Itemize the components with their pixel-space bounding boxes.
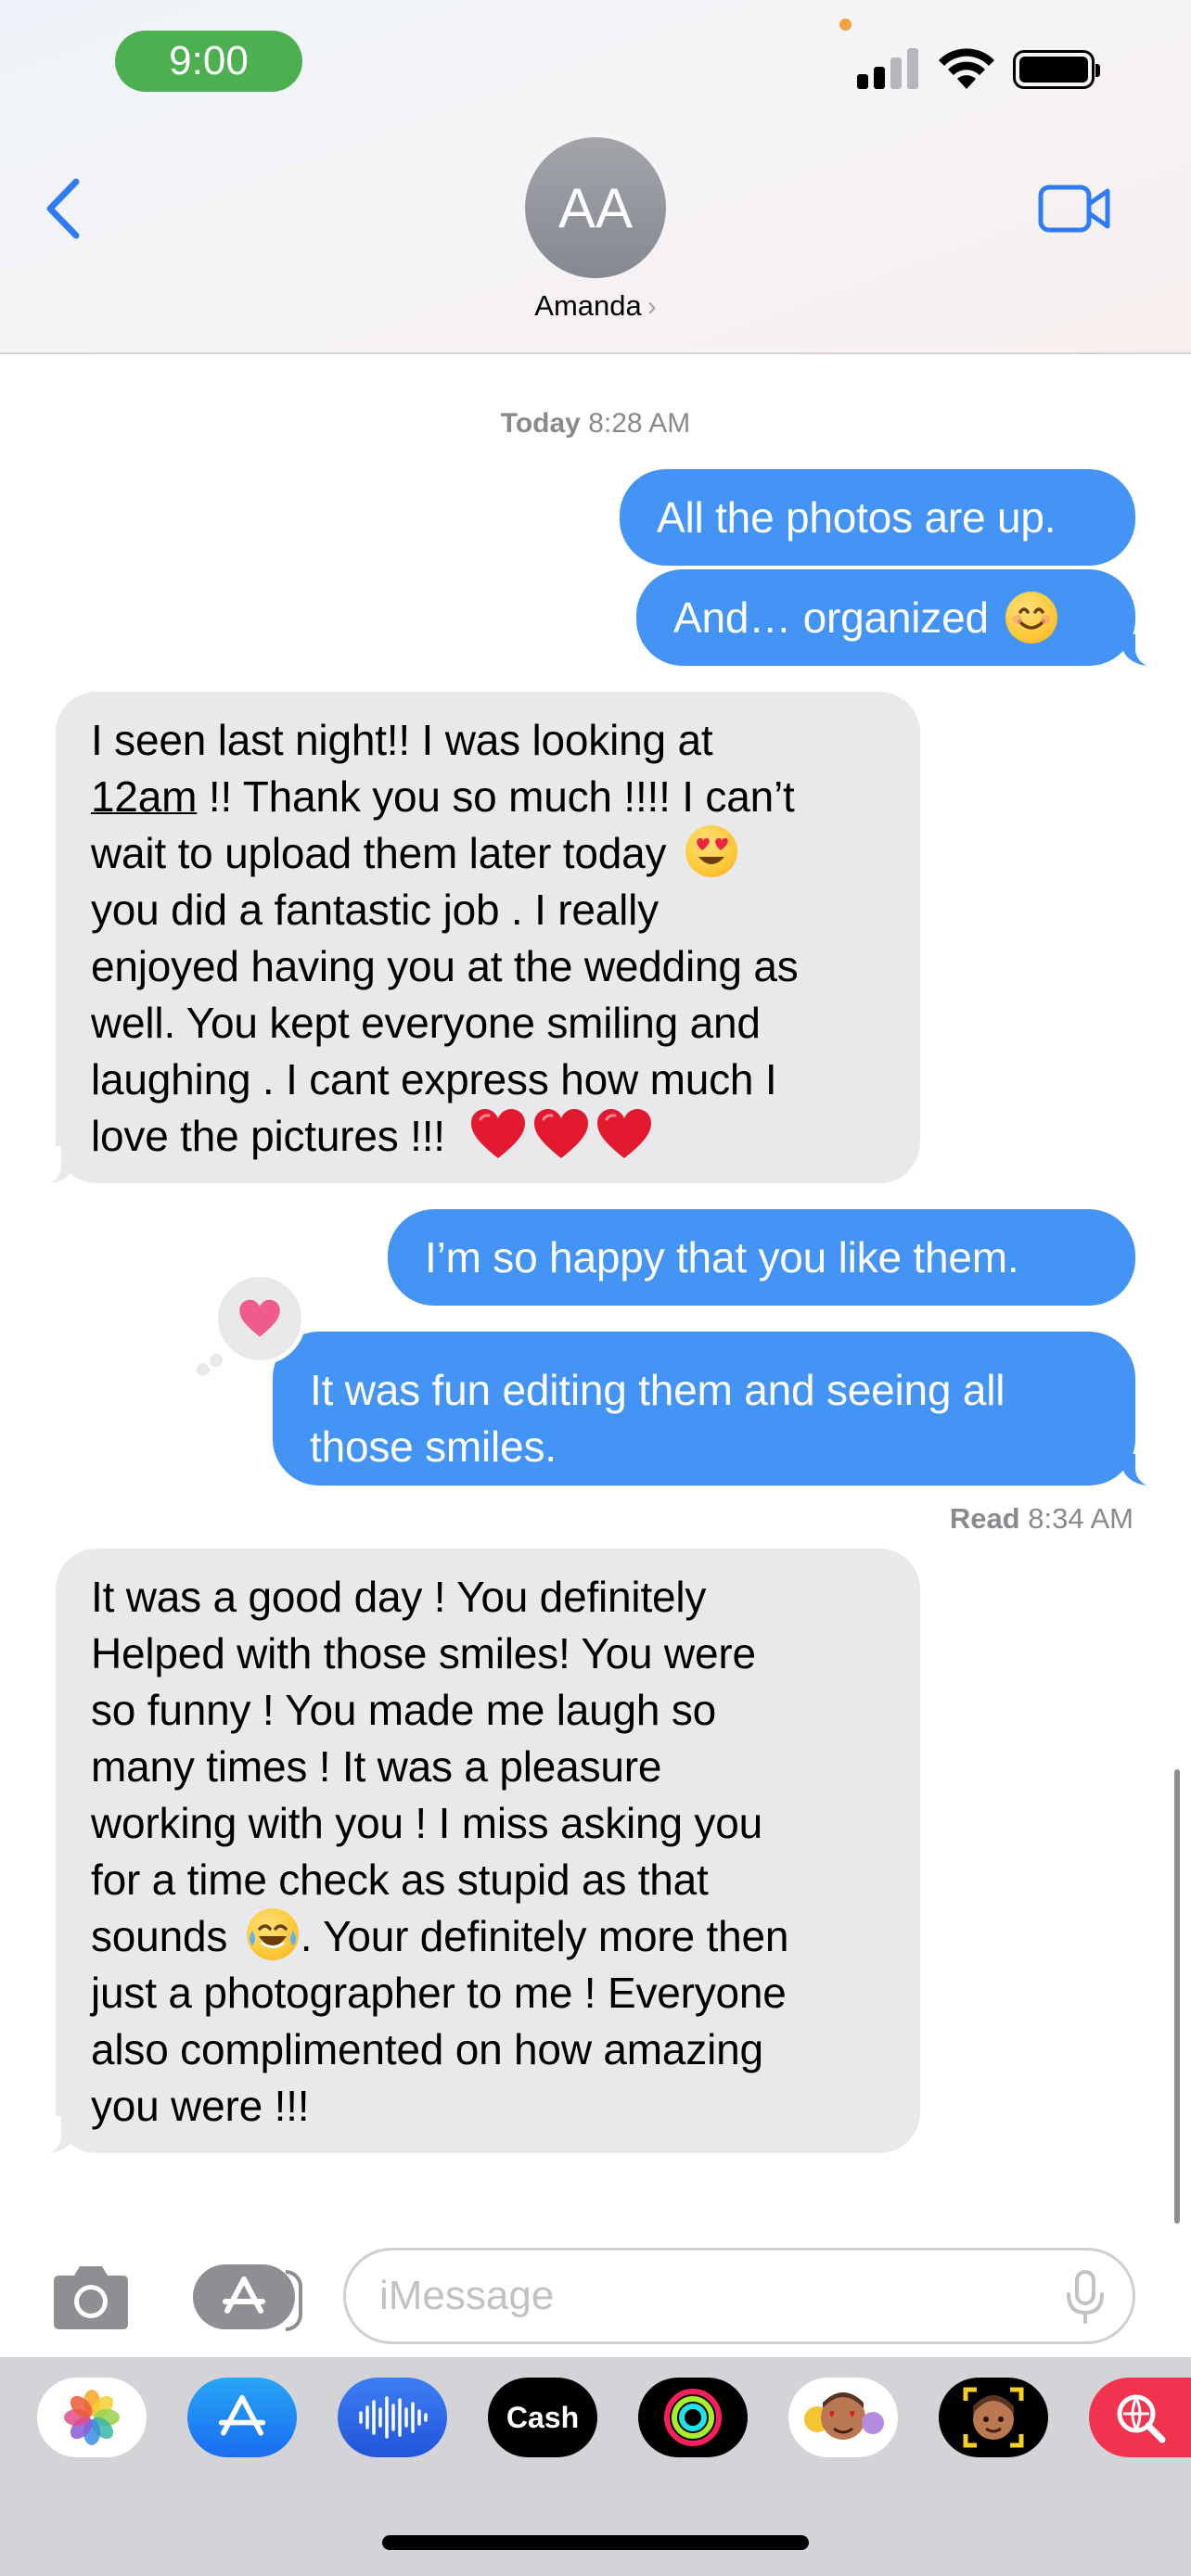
audio-message-icon[interactable] — [338, 2378, 447, 2457]
avatar-initials: AA — [557, 176, 634, 239]
message-line: sounds . Your definitely more then — [91, 1908, 885, 1965]
activity-rings-icon — [664, 2389, 722, 2446]
message-line: love the pictures !!! — [91, 1108, 885, 1165]
message-line: It was fun editing them and seeing all — [310, 1366, 1005, 1414]
message-line: so funny ! You made me laugh so — [91, 1686, 717, 1734]
app-store-a-icon — [218, 2394, 266, 2436]
message-line: also complimented on how amazing — [91, 2025, 763, 2073]
activity-icon[interactable] — [638, 2378, 748, 2457]
facetime-video-icon[interactable] — [1037, 182, 1113, 236]
status-time-pill[interactable]: 9:00 — [115, 31, 302, 92]
bubble-tail — [24, 1146, 74, 1185]
read-receipt: Read 8:34 AM — [950, 1502, 1133, 1536]
timestamp-time: 8:28 AM — [588, 408, 691, 439]
tapback-reaction[interactable] — [213, 1272, 306, 1365]
message-line: Helped with those smiles! You were — [91, 1629, 756, 1677]
privacy-indicator-dot — [839, 19, 852, 31]
heart-icon — [239, 1299, 280, 1337]
cellular-signal-icon — [857, 46, 920, 89]
home-indicator[interactable] — [382, 2535, 809, 2550]
message-line: wait to upload them later today — [91, 825, 885, 882]
message-line: just a photographer to me ! Everyone — [91, 1969, 787, 2017]
message-line: enjoyed having you at the wedding as — [91, 942, 799, 990]
bubble-tail — [1122, 629, 1172, 668]
contact-name-button[interactable]: Amanda › — [0, 289, 1191, 323]
back-chevron-icon[interactable] — [41, 176, 87, 241]
microphone-icon[interactable] — [1063, 2268, 1108, 2326]
search-images-icon[interactable] — [1089, 2378, 1191, 2457]
message-line: It was a good day ! You definitely — [91, 1573, 707, 1621]
read-time: 8:34 AM — [1028, 1502, 1133, 1535]
memoji-stickers-icon[interactable] — [788, 2378, 898, 2457]
message-text: All the photos are up. — [657, 492, 1057, 542]
thread-timestamp: Today 8:28 AM — [0, 408, 1191, 440]
red-heart-emoji-icon — [471, 1109, 526, 1158]
apps-button[interactable] — [193, 2264, 302, 2331]
status-time: 9:00 — [169, 38, 249, 83]
bubble-tail — [24, 2116, 74, 2155]
message-text: I’m so happy that you like them. — [425, 1232, 1019, 1282]
message-line: laughing . I cant express how much I — [91, 1055, 777, 1103]
message-line: 12am !! Thank you so much !!!! I can’t — [91, 772, 795, 821]
wifi-icon — [939, 48, 994, 89]
message-line: those smiles. — [310, 1422, 557, 1471]
camera-icon[interactable] — [46, 2263, 135, 2333]
timestamp-day: Today — [500, 408, 581, 439]
memoji-face-icon — [963, 2387, 1024, 2448]
magnifying-glass-globe-icon — [1117, 2394, 1166, 2443]
message-line: working with you ! I miss asking you — [91, 1799, 762, 1847]
tears-of-joy-emoji-icon — [246, 1908, 299, 1960]
tapback-tail-dot — [206, 1350, 226, 1371]
outgoing-message-bubble[interactable]: I’m so happy that you like them. — [388, 1209, 1135, 1306]
outgoing-message-bubble[interactable]: All the photos are up. — [620, 469, 1135, 566]
contact-avatar[interactable]: AA — [525, 137, 666, 278]
message-line: you did a fantastic job . I really — [91, 886, 659, 934]
contact-name: Amanda — [534, 289, 642, 322]
memoji-stickers-face-icon — [804, 2392, 884, 2440]
heart-eyes-emoji-icon — [685, 825, 737, 877]
smiling-face-emoji-icon — [1005, 592, 1057, 644]
imessage-input[interactable] — [343, 2248, 1135, 2344]
incoming-message-bubble[interactable]: I seen last night!! I was looking at 12a… — [56, 692, 920, 1183]
message-line: I seen last night!! I was looking at — [91, 716, 713, 764]
battery-icon — [1013, 50, 1100, 89]
read-label: Read — [949, 1502, 1020, 1535]
app-store-icon[interactable] — [187, 2378, 297, 2457]
message-text: And… organized — [673, 593, 989, 642]
waveform-icon — [359, 2396, 428, 2439]
message-line: many times ! It was a pleasure — [91, 1742, 662, 1791]
chevron-right-icon: › — [647, 291, 657, 322]
app-store-a-icon — [223, 2276, 265, 2314]
bubble-tail — [1122, 1448, 1172, 1487]
memoji-icon[interactable] — [939, 2378, 1048, 2457]
outgoing-message-bubble[interactable]: It was fun editing them and seeing all t… — [273, 1332, 1135, 1486]
apple-cash-icon[interactable]: Cash — [488, 2378, 597, 2457]
photos-app-icon[interactable] — [37, 2378, 147, 2457]
incoming-message-bubble[interactable]: It was a good day ! You definitely Helpe… — [56, 1549, 920, 2153]
red-heart-emoji-icon — [534, 1109, 589, 1158]
photos-flower-icon — [64, 2390, 120, 2445]
detected-time-link[interactable]: 12am — [91, 772, 197, 821]
red-heart-emoji-icon — [597, 1109, 652, 1158]
scrollbar[interactable] — [1174, 1769, 1180, 2224]
conversation-header: 9:00 AA Amanda › — [0, 0, 1191, 354]
apple-cash-label: Cash — [506, 2400, 580, 2434]
message-line: you were !!! — [91, 2082, 310, 2130]
message-line: for a time check as stupid as that — [91, 1855, 709, 1904]
message-line: well. You kept everyone smiling and — [91, 999, 761, 1047]
outgoing-message-bubble[interactable]: And… organized — [636, 569, 1135, 666]
